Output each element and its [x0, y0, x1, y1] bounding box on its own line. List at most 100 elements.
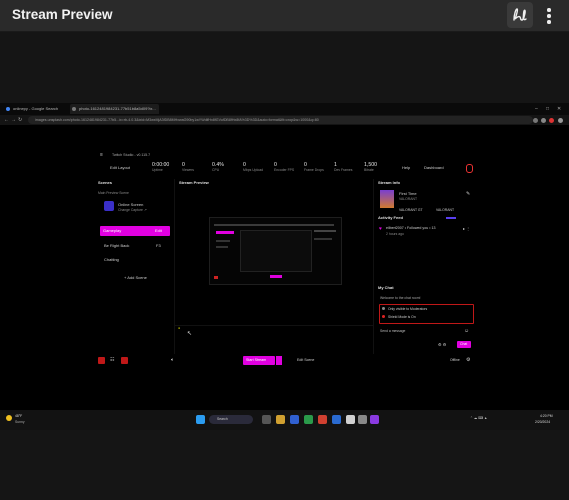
activity-filter[interactable] [446, 217, 456, 219]
camera-mute-icon[interactable] [121, 357, 128, 364]
reload-icon[interactable]: ↻ [18, 117, 22, 123]
clock-date[interactable]: 2/20/2024 [535, 420, 550, 424]
weather-desc: Sunny [15, 420, 25, 424]
browser-tab-active[interactable]: photo-1612481984231-77b51b8a5d09?ix... [70, 104, 159, 114]
edit-scene-button[interactable]: Edit Scene [297, 358, 314, 362]
extension-icon[interactable] [541, 118, 546, 123]
forward-icon[interactable]: → [11, 117, 16, 123]
activity-item[interactable]: eilbert2007 • Followed you • 13 [386, 226, 435, 230]
more-options-icon[interactable] [544, 8, 554, 24]
twitch-icon[interactable] [466, 164, 473, 173]
main-scene-label: Main Preview Scene [98, 191, 129, 195]
preview-hint: ● [178, 326, 181, 330]
stream-info-title: Stream Info [378, 180, 401, 185]
activity-more-icon[interactable]: ▸ ⋮ [463, 226, 470, 231]
taskbar: 48°F Sunny Search ⌃ ☁ ⌨ ▲ 4:20 PM 2/20/2… [0, 410, 569, 430]
menu-icon[interactable]: ≡ [100, 152, 103, 158]
app-icon[interactable] [276, 415, 285, 424]
minimize-icon[interactable]: – [535, 106, 538, 112]
chat-settings-icon[interactable]: ⚙ ⚙ [438, 342, 446, 347]
stat-label: Frame Drops [304, 168, 324, 172]
chat-welcome: Welcome to the chat room! [380, 296, 421, 300]
scene-item-brb[interactable]: Be Right Back [104, 243, 129, 248]
cursor-icon: ↖ [187, 331, 193, 337]
app-icon[interactable] [318, 415, 327, 424]
my-chat-title: My Chat [378, 285, 394, 290]
extension-icon[interactable] [549, 118, 554, 123]
scene-hotkey: F3 [156, 243, 161, 248]
shield-icon [382, 307, 385, 310]
weather-temp: 48°F [15, 414, 23, 418]
start-stream-label: Start Stream [246, 358, 267, 362]
shield-icon [382, 315, 385, 318]
stat-label: CPU [212, 168, 220, 172]
preview-panel: Stream Preview ↖ ● [174, 179, 374, 354]
window-title: Twitch Studio - v0.115.7 [112, 153, 151, 157]
app-icon[interactable] [262, 415, 271, 424]
stat-label: Viewers [182, 168, 194, 172]
volume-icon[interactable]: 🔈︎ [171, 357, 174, 363]
start-stream-dropdown[interactable] [276, 356, 282, 365]
extension-icon[interactable] [533, 118, 538, 123]
app-icon[interactable] [290, 415, 299, 424]
offline-status: Offline [450, 358, 460, 362]
stream-tag: VALORANT GT [399, 208, 423, 212]
info-panel: Stream Info First Time VALORANT VALORANT… [374, 179, 477, 354]
stream-title: First Time [399, 191, 417, 196]
mic-mute-icon[interactable] [98, 357, 105, 364]
emote-icon[interactable]: ☺ [464, 328, 469, 334]
profile-icon[interactable] [558, 118, 563, 123]
chat-button-label: Chat [460, 342, 468, 346]
logo-button[interactable] [507, 2, 533, 28]
main-scene-name: Online Screen [118, 202, 144, 207]
nested-preview [209, 217, 342, 285]
chat-send-button[interactable]: Chat [457, 341, 471, 348]
scene-item-gameplay[interactable]: Gameplay Edit [100, 226, 170, 236]
scene-label: Gameplay [103, 228, 122, 233]
taskbar-search[interactable]: Search [209, 415, 253, 424]
scenes-title: Scenes [98, 180, 113, 185]
chat-option: Shield Mode is On [388, 315, 416, 319]
back-icon[interactable]: ← [4, 117, 9, 123]
start-stream-button[interactable]: Start Stream [243, 356, 275, 365]
app-icon[interactable] [358, 415, 367, 424]
app-icon[interactable] [332, 415, 341, 424]
stat-label: Mbps Upload [243, 168, 263, 172]
stream-tag: VALORANT [436, 208, 455, 212]
add-scene-button[interactable]: + Add Scene [124, 275, 147, 280]
scenes-panel: Scenes Main Preview Scene Online Screen … [94, 179, 172, 354]
url-field[interactable]: images.unsplash.com/photo-1612481984231-… [28, 116, 533, 124]
tab-title: photo-1612481984231-77b51b8a5d09?ix... [79, 106, 156, 111]
twitch-studio-taskbar-icon[interactable] [370, 415, 379, 424]
scene-edit[interactable]: Edit [155, 228, 162, 233]
close-icon[interactable]: ✕ [557, 106, 561, 112]
app-header: Stream Preview [0, 0, 569, 32]
help-button[interactable]: Help [402, 165, 410, 170]
stream-preview-screen: onlinepy - Google Search photo-161248198… [0, 103, 569, 430]
scene-item-chatting[interactable]: Chatting [104, 257, 119, 262]
stat-label: Dev Frames [334, 168, 353, 172]
app-title: Stream Preview [12, 7, 113, 22]
maximize-icon[interactable]: □ [546, 106, 549, 112]
clock-time[interactable]: 4:20 PM [540, 414, 553, 418]
mixer-icon[interactable]: ☷ [110, 357, 114, 363]
chat-input[interactable]: Send a message [380, 329, 405, 333]
chat-option: Only visible to Moderators [388, 307, 428, 311]
app-icon[interactable] [346, 415, 355, 424]
browser-tab-bar: onlinepy - Google Search photo-161248198… [0, 103, 569, 115]
stream-category: VALORANT [399, 197, 418, 201]
change-capture-link[interactable]: Change Capture ↗ [118, 208, 147, 212]
heart-icon: ♥ [379, 226, 382, 232]
chat-alert-box: Only visible to Moderators Shield Mode i… [379, 304, 474, 324]
windows-start-icon[interactable] [196, 415, 205, 424]
dashboard-button[interactable]: Dashboard [424, 165, 444, 170]
edit-layout-button[interactable]: Edit Layout [110, 165, 130, 170]
app-icon[interactable] [304, 415, 313, 424]
tray-icons[interactable]: ⌃ ☁ ⌨ ▲ [470, 416, 487, 420]
scene-icon [104, 201, 114, 211]
activity-feed-title: Activity Feed [378, 215, 403, 220]
stat-label: Uptime [152, 168, 163, 172]
edit-info-icon[interactable]: ✎ [466, 191, 470, 197]
browser-tab[interactable]: onlinepy - Google Search [4, 104, 75, 114]
settings-gear-icon[interactable]: ⚙ [466, 357, 470, 363]
